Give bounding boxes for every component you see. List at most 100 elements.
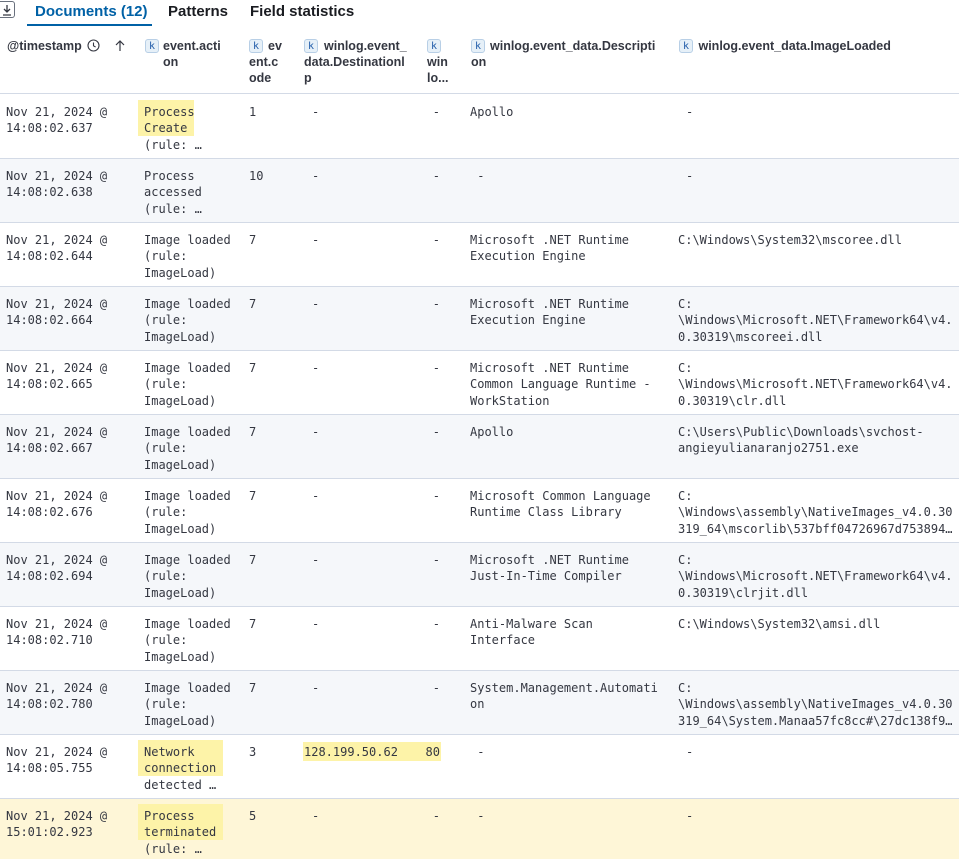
- keyword-type-icon: k: [249, 39, 263, 53]
- event-action-cell-line: (rule: …: [144, 137, 202, 152]
- table-row[interactable]: Nov 21, 2024 @ 14:08:02.638 Process accesse…: [0, 159, 959, 223]
- column-header-label: winlog.event_data.Descripti: [490, 39, 656, 53]
- event-action-cell-line: connection: [144, 761, 217, 776]
- column-header-label: win: [427, 55, 448, 69]
- description-cell-line: WorkStation: [470, 393, 550, 408]
- destination-ip-cell: -: [312, 424, 430, 440]
- table-row[interactable]: Nov 21, 2024 @ 14:08:05.755 Network connect…: [0, 735, 959, 799]
- destination-ip-cell: -: [312, 168, 430, 184]
- timestamp-cell-line: Nov 21, 2024 @: [6, 745, 108, 759]
- column-header-winlog-short[interactable]: k win lo...: [427, 38, 465, 85]
- description-cell-line: Microsoft .NET Runtime: [470, 361, 629, 375]
- event-action-cell: Network connection detected …: [144, 744, 246, 793]
- event-action-cell-line: ImageLoad): [144, 393, 217, 408]
- image-loaded-cell-line: -: [686, 169, 694, 183]
- description-cell-line: Microsoft .NET Runtime: [470, 233, 629, 247]
- event-action-cell: Image loaded (rule: ImageLoad): [144, 616, 246, 665]
- event-action-cell-line: (rule:: [144, 697, 188, 712]
- winlog-short-cell-line: -: [432, 809, 440, 823]
- table-row[interactable]: Nov 21, 2024 @ 14:08:02.644 Image loaded (r…: [0, 223, 959, 287]
- column-header-timestamp[interactable]: @timestamp: [7, 38, 137, 54]
- event-code-cell: 7: [249, 552, 295, 568]
- event-action-cell-line: ImageLoad): [144, 329, 217, 344]
- winlog-short-cell: -: [422, 232, 440, 248]
- image-loaded-cell: -: [686, 744, 959, 760]
- destination-ip-cell: -: [312, 552, 430, 568]
- winlog-short-cell-line: -: [432, 681, 440, 695]
- timestamp-cell-line: Nov 21, 2024 @: [6, 297, 108, 311]
- destination-ip-cell-line: -: [312, 361, 320, 375]
- tab-field-statistics[interactable]: Field statistics: [250, 3, 354, 20]
- winlog-short-cell-line: -: [432, 105, 440, 119]
- tab-patterns[interactable]: Patterns: [168, 3, 228, 20]
- winlog-short-cell-line: 80: [425, 745, 440, 759]
- image-loaded-cell: C: \Windows\Microsoft.NET\Framework64\v4.…: [678, 360, 959, 409]
- expand-icon[interactable]: [0, 1, 15, 18]
- event-code-cell: 7: [249, 616, 295, 632]
- active-tab-indicator: [27, 24, 152, 26]
- destination-ip-cell-line: -: [312, 681, 320, 695]
- table-row[interactable]: Nov 21, 2024 @ 14:08:02.676 Image loaded (r…: [0, 479, 959, 543]
- column-header-label-2: data.Destinationl: [304, 55, 405, 69]
- event-action-cell-line: Image loaded: [144, 489, 231, 503]
- event-action-cell-line: (rule: …: [144, 201, 202, 216]
- image-loaded-cell-line: C:: [678, 553, 693, 567]
- table-row[interactable]: Nov 21, 2024 @ 14:08:02.664 Image loaded (r…: [0, 287, 959, 351]
- destination-ip-cell: -: [312, 616, 430, 632]
- description-cell-line: Microsoft Common Language: [470, 489, 651, 503]
- winlog-short-cell: -: [422, 296, 440, 312]
- destination-ip-cell-line: 128.199.50.62: [304, 745, 398, 759]
- event-action-cell-line: (rule: …: [144, 841, 202, 856]
- table-row[interactable]: Nov 21, 2024 @ 14:08:02.667 Image loaded (r…: [0, 415, 959, 479]
- column-header-image-loaded[interactable]: k winlog.event_data.ImageLoaded: [679, 38, 949, 54]
- column-header-label-2: on: [471, 55, 487, 69]
- table-row[interactable]: Nov 21, 2024 @ 14:08:02.694 Image loaded (r…: [0, 543, 959, 607]
- event-code-cell-line: 7: [249, 425, 257, 439]
- column-header-event-code[interactable]: k ev ent.c ode: [249, 38, 294, 85]
- event-code-cell-line: 7: [249, 297, 257, 311]
- column-header-label-2: ent.c: [249, 55, 279, 69]
- timestamp-cell: Nov 21, 2024 @ 14:08:02.667: [6, 424, 138, 457]
- column-header-description[interactable]: k winlog.event_data.Descripti on: [471, 38, 671, 69]
- table-row[interactable]: Nov 21, 2024 @ 14:08:02.637 Process Create(…: [0, 95, 959, 159]
- timestamp-cell-line: Nov 21, 2024 @: [6, 617, 108, 631]
- description-cell-line: Microsoft .NET Runtime: [470, 297, 629, 311]
- timestamp-cell-line: 14:08:02.637: [6, 121, 93, 136]
- column-header-label: ev: [268, 39, 282, 53]
- column-header-destination-ip[interactable]: k winlog.event_ data.Destinationl p: [304, 38, 422, 85]
- winlog-short-cell-line: -: [432, 489, 440, 503]
- timestamp-cell: Nov 21, 2024 @ 15:01:02.923: [6, 808, 138, 841]
- image-loaded-cell-line: C:\Users\Public\Downloads\svchost-: [678, 425, 924, 439]
- timestamp-cell-line: Nov 21, 2024 @: [6, 425, 108, 439]
- description-cell: Microsoft .NET Runtime Common Language Ru…: [470, 360, 674, 409]
- description-cell: -: [470, 168, 674, 184]
- keyword-type-icon: k: [471, 39, 485, 53]
- tab-documents[interactable]: Documents (12): [35, 3, 148, 20]
- table-row[interactable]: Nov 21, 2024 @ 14:08:02.710 Image loaded (r…: [0, 607, 959, 671]
- event-code-cell: 7: [249, 232, 295, 248]
- winlog-short-cell: -: [422, 104, 440, 120]
- timestamp-cell: Nov 21, 2024 @ 14:08:02.665: [6, 360, 138, 393]
- description-cell-line: Apollo: [470, 105, 514, 119]
- clock-icon: [87, 39, 100, 52]
- event-code-cell-line: 7: [249, 553, 257, 567]
- destination-ip-cell: -: [312, 104, 430, 120]
- event-action-cell-line: (rule:: [144, 569, 188, 584]
- column-header-event-action[interactable]: k event.acti on: [145, 38, 245, 69]
- keyword-type-icon: k: [427, 39, 441, 53]
- table-row[interactable]: Nov 21, 2024 @ 15:01:02.923 Process termina…: [0, 799, 959, 859]
- event-action-cell-line: terminated: [144, 825, 217, 840]
- image-loaded-cell: C:\Windows\System32\amsi.dll: [678, 616, 959, 632]
- image-loaded-cell: C:\Windows\System32\mscoree.dll: [678, 232, 959, 248]
- image-loaded-cell-line: -: [686, 105, 694, 119]
- table-row[interactable]: Nov 21, 2024 @ 14:08:02.780 Image loaded (r…: [0, 671, 959, 735]
- table-row[interactable]: Nov 21, 2024 @ 14:08:02.665 Image loaded (r…: [0, 351, 959, 415]
- sort-ascending-icon[interactable]: [114, 39, 126, 52]
- image-loaded-cell-line: \Windows\assembly\NativeImages_v4.0.30: [678, 697, 953, 712]
- event-action-cell-line: Network: [144, 745, 195, 759]
- description-cell-line: Microsoft .NET Runtime: [470, 553, 629, 567]
- timestamp-cell-line: 14:08:02.710: [6, 633, 93, 648]
- event-action-cell-line: (rule:: [144, 249, 188, 264]
- image-loaded-cell: C: \Windows\Microsoft.NET\Framework64\v4.…: [678, 296, 959, 345]
- event-action-cell-line: Image loaded: [144, 361, 231, 375]
